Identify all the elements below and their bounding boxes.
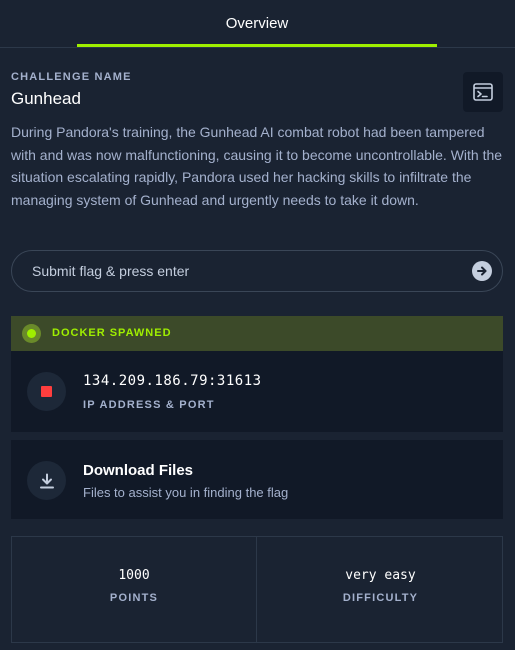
points-label: POINTS	[109, 592, 159, 604]
arrow-right-icon	[477, 266, 487, 276]
download-subtitle: Files to assist you in finding the flag	[83, 485, 289, 500]
tab-bar: Overview	[0, 0, 515, 48]
flag-form	[11, 250, 503, 292]
stop-instance-button[interactable]	[27, 372, 66, 411]
points-value: 1000	[118, 568, 150, 583]
flag-input[interactable]	[32, 251, 462, 291]
tab-overview[interactable]: Overview	[77, 0, 437, 48]
status-dot	[27, 329, 36, 338]
challenge-name-label: CHALLENGE NAME	[11, 71, 132, 83]
difficulty-stat: very easy DIFFICULTY	[258, 537, 503, 642]
docker-status-text: DOCKER SPAWNED	[52, 327, 172, 339]
terminal-icon	[473, 83, 493, 101]
status-indicator	[22, 324, 41, 343]
download-button[interactable]	[27, 461, 66, 500]
challenge-title: Gunhead	[11, 89, 81, 108]
download-icon	[39, 473, 54, 488]
challenge-description: During Pandora's training, the Gunhead A…	[11, 124, 503, 208]
docker-status-bar: DOCKER SPAWNED	[11, 316, 503, 351]
active-tab-indicator	[77, 44, 437, 47]
difficulty-value: very easy	[345, 568, 416, 583]
ip-address-value[interactable]: 134.209.186.79:31613	[83, 373, 262, 389]
terminal-button[interactable]	[463, 72, 503, 112]
stop-icon	[41, 386, 52, 397]
ip-address-label: IP ADDRESS & PORT	[83, 399, 215, 411]
difficulty-label: DIFFICULTY	[342, 592, 419, 604]
download-card[interactable]: Download Files Files to assist you in fi…	[11, 440, 503, 519]
download-title: Download Files	[83, 462, 194, 479]
points-stat: 1000 POINTS	[12, 537, 257, 642]
submit-flag-button[interactable]	[472, 261, 492, 281]
challenge-stats: 1000 POINTS very easy DIFFICULTY	[11, 536, 503, 643]
instance-card: 134.209.186.79:31613 IP ADDRESS & PORT	[11, 351, 503, 432]
